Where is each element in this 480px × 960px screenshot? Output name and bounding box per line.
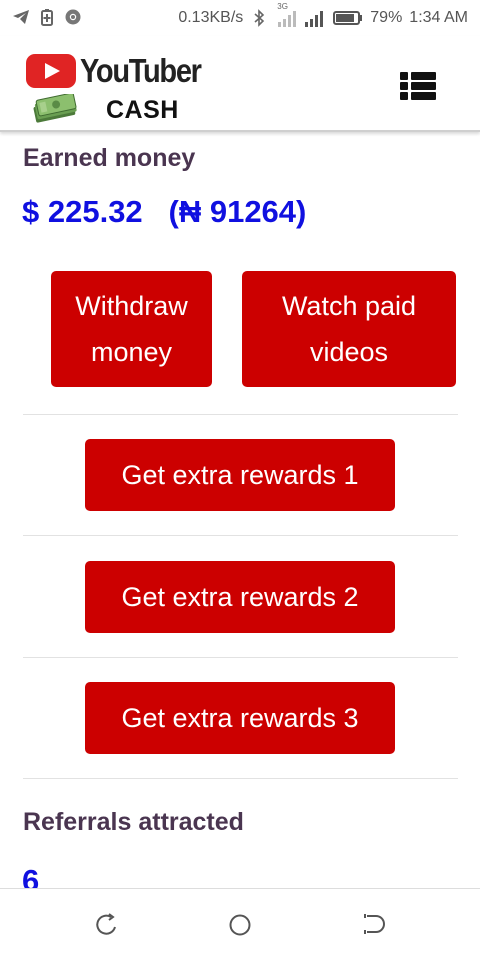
- clock: 1:34 AM: [409, 9, 468, 26]
- watch-button-label: Watch paid videos: [282, 283, 416, 375]
- extra-rewards-2-button[interactable]: Get extra rewards 2: [85, 561, 395, 633]
- extra-rewards-1-button[interactable]: Get extra rewards 1: [85, 439, 395, 511]
- referrals-value: 6: [22, 863, 40, 888]
- signal-1: 3G: [275, 2, 297, 28]
- signal-icon: [278, 11, 297, 27]
- watch-paid-videos-button[interactable]: Watch paid videos: [242, 271, 456, 387]
- system-nav-bar: [0, 888, 480, 960]
- earned-money-label: Earned money: [23, 144, 196, 172]
- earned-money-value: $ 225.32 (₦ 91264): [22, 194, 307, 229]
- battery-icon: [333, 11, 363, 25]
- withdraw-button-label: Withdraw money: [75, 283, 188, 375]
- signal-icon: [305, 11, 324, 27]
- watch-label-line2: videos: [309, 337, 389, 367]
- extra-rewards-3-button[interactable]: Get extra rewards 3: [85, 682, 395, 754]
- home-icon[interactable]: [226, 911, 254, 939]
- recents-icon[interactable]: [360, 911, 388, 939]
- withdraw-label-line1: Withdraw: [75, 291, 188, 321]
- back-icon[interactable]: [93, 911, 121, 939]
- bluetooth-icon: [254, 9, 265, 27]
- divider: [23, 657, 458, 658]
- referrals-label: Referrals attracted: [23, 808, 244, 836]
- net-speed: 0.13KB/s: [178, 9, 244, 26]
- network-type-label: 3G: [277, 2, 288, 11]
- divider: [23, 778, 458, 779]
- telegram-icon: [13, 10, 29, 24]
- app-header: YouTuber CASH: [0, 36, 480, 132]
- battery-level: 79%: [370, 9, 403, 26]
- logo-title: YouTuber: [80, 52, 202, 89]
- withdraw-label-line2: money: [90, 337, 173, 367]
- logo-subtitle: CASH: [106, 96, 179, 124]
- withdraw-money-button[interactable]: Withdraw money: [51, 271, 212, 387]
- youtuber-cash-logo[interactable]: YouTuber CASH: [26, 52, 206, 128]
- battery-saver-icon: [41, 9, 53, 26]
- money-stack-icon: [33, 94, 77, 123]
- chrome-icon: [65, 9, 81, 25]
- list-menu-icon[interactable]: [400, 72, 436, 100]
- youtube-play-icon: [26, 54, 76, 88]
- divider: [23, 535, 458, 536]
- main-content[interactable]: Earned money $ 225.32 (₦ 91264) Withdraw…: [0, 132, 480, 888]
- watch-label-line1: Watch paid: [281, 291, 417, 321]
- status-bar: 0.13KB/s 3G 79% 1:34 AM: [0, 0, 480, 36]
- divider: [23, 414, 458, 415]
